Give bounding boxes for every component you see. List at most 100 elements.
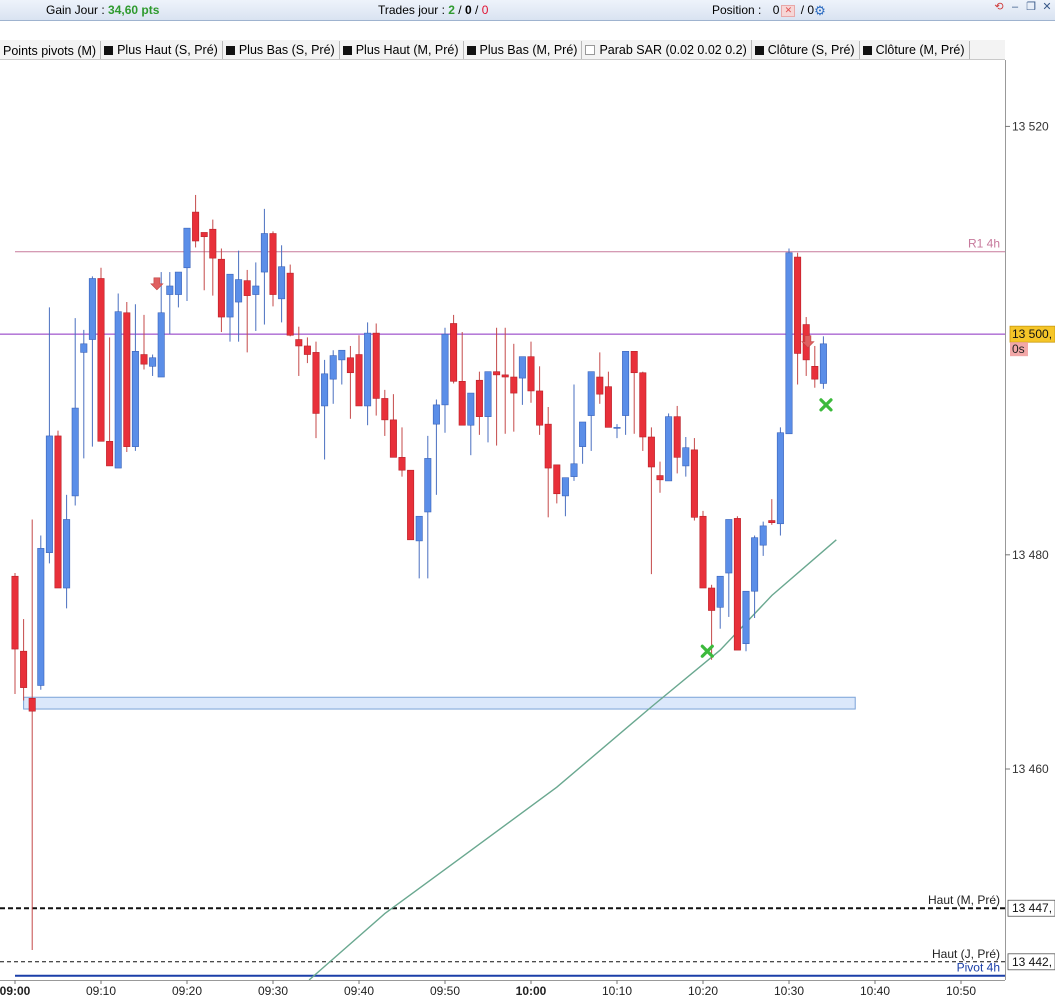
candle-body xyxy=(183,227,191,269)
candle-body xyxy=(63,519,71,589)
candle-body xyxy=(570,463,578,477)
candle xyxy=(699,510,707,589)
candle-body xyxy=(587,371,595,416)
candle-body xyxy=(596,376,604,395)
candle-body xyxy=(501,374,509,378)
candle xyxy=(114,293,122,469)
candle-body xyxy=(484,371,492,417)
candle-body xyxy=(639,372,647,438)
candle-body xyxy=(647,436,655,468)
candle-body xyxy=(811,366,819,380)
candle-body xyxy=(346,357,354,374)
candle-body xyxy=(794,256,802,354)
candle-body xyxy=(131,351,139,447)
candle-body xyxy=(742,590,750,645)
candle-body xyxy=(613,427,621,429)
candle-body xyxy=(398,457,406,471)
candle-body xyxy=(665,416,673,482)
countdown-label: 0s xyxy=(1012,342,1025,356)
price-chart[interactable]: R1 4hHaut (M, Pré)Haut (J, Pré)Pivot 4h … xyxy=(0,0,1055,998)
candle-body xyxy=(217,258,225,318)
candle-body xyxy=(286,272,294,336)
candle-body xyxy=(475,379,483,417)
x-tick-label: 09:30 xyxy=(258,984,288,998)
candle-body xyxy=(579,421,587,447)
candle-body xyxy=(630,351,638,374)
candle-body xyxy=(467,392,475,426)
candle-body xyxy=(424,458,432,513)
candle-body xyxy=(819,343,827,384)
x-tick-label: 09:50 xyxy=(430,984,460,998)
candle-body xyxy=(759,525,767,546)
candle xyxy=(407,469,415,541)
x-tick-label: 10:10 xyxy=(602,984,632,998)
candle xyxy=(785,248,793,435)
candle-body xyxy=(493,371,501,376)
candle-body xyxy=(243,280,251,296)
x-tick-label: 09:20 xyxy=(172,984,202,998)
candle-body xyxy=(200,232,208,238)
candle-body xyxy=(527,356,535,392)
level-label: Haut (J, Pré) xyxy=(932,947,1000,961)
candle-body xyxy=(536,390,544,426)
candle-body xyxy=(174,271,182,295)
candle-body xyxy=(20,650,28,688)
y-tick-label: 13 520 xyxy=(1012,119,1049,133)
candle-body xyxy=(97,278,105,442)
candle-body xyxy=(252,285,260,295)
x-tick-label: 10:30 xyxy=(774,984,804,998)
candle-body xyxy=(192,211,200,242)
candle-body xyxy=(381,398,389,421)
x-tick-label: 10:00 xyxy=(516,984,547,998)
candle xyxy=(742,590,750,652)
candle xyxy=(450,314,458,384)
current-price-label: 13 500, xyxy=(1012,327,1052,341)
candle xyxy=(123,302,131,452)
x-tick-label: 10:40 xyxy=(860,984,890,998)
candle-body xyxy=(415,515,423,542)
candle-body xyxy=(106,440,114,467)
candle-body xyxy=(114,311,122,469)
candle-body xyxy=(622,351,630,416)
candle-body xyxy=(338,349,346,361)
candle-body xyxy=(450,323,458,382)
candle-body xyxy=(604,386,612,428)
candle-body xyxy=(54,435,62,589)
candle-body xyxy=(699,515,707,589)
candle-body xyxy=(751,537,759,592)
candle-body xyxy=(510,376,518,394)
candle-body xyxy=(88,278,96,340)
candle-body xyxy=(682,447,690,467)
candle-body xyxy=(518,356,526,379)
candle-body xyxy=(295,339,303,347)
candle-body xyxy=(441,333,449,406)
candle-body xyxy=(776,432,784,525)
candle xyxy=(97,267,105,442)
candle-body xyxy=(364,332,372,407)
y-tick-label: 13 460 xyxy=(1012,762,1049,776)
candle-body xyxy=(157,312,165,378)
candle xyxy=(776,427,784,536)
candle xyxy=(819,336,827,389)
candle-body xyxy=(673,416,681,458)
candle-body xyxy=(71,407,79,497)
candle-body xyxy=(458,381,466,426)
plot-area xyxy=(0,60,1005,980)
candle-body xyxy=(28,698,36,712)
candle-body xyxy=(226,273,234,318)
candle-body xyxy=(407,469,415,541)
candle-body xyxy=(166,285,174,295)
candle-body xyxy=(140,354,148,365)
candle-body xyxy=(372,332,380,399)
candle-body xyxy=(321,373,329,407)
candle-body xyxy=(553,464,561,495)
candle xyxy=(665,413,673,482)
x-tick-label: 10:20 xyxy=(688,984,718,998)
candle-body xyxy=(716,575,724,608)
candle-body xyxy=(389,419,397,458)
candle xyxy=(733,516,741,651)
level-label: Pivot 4h xyxy=(957,961,1000,975)
candle-body xyxy=(303,345,311,355)
candle-body xyxy=(80,343,88,353)
candle xyxy=(54,430,62,589)
